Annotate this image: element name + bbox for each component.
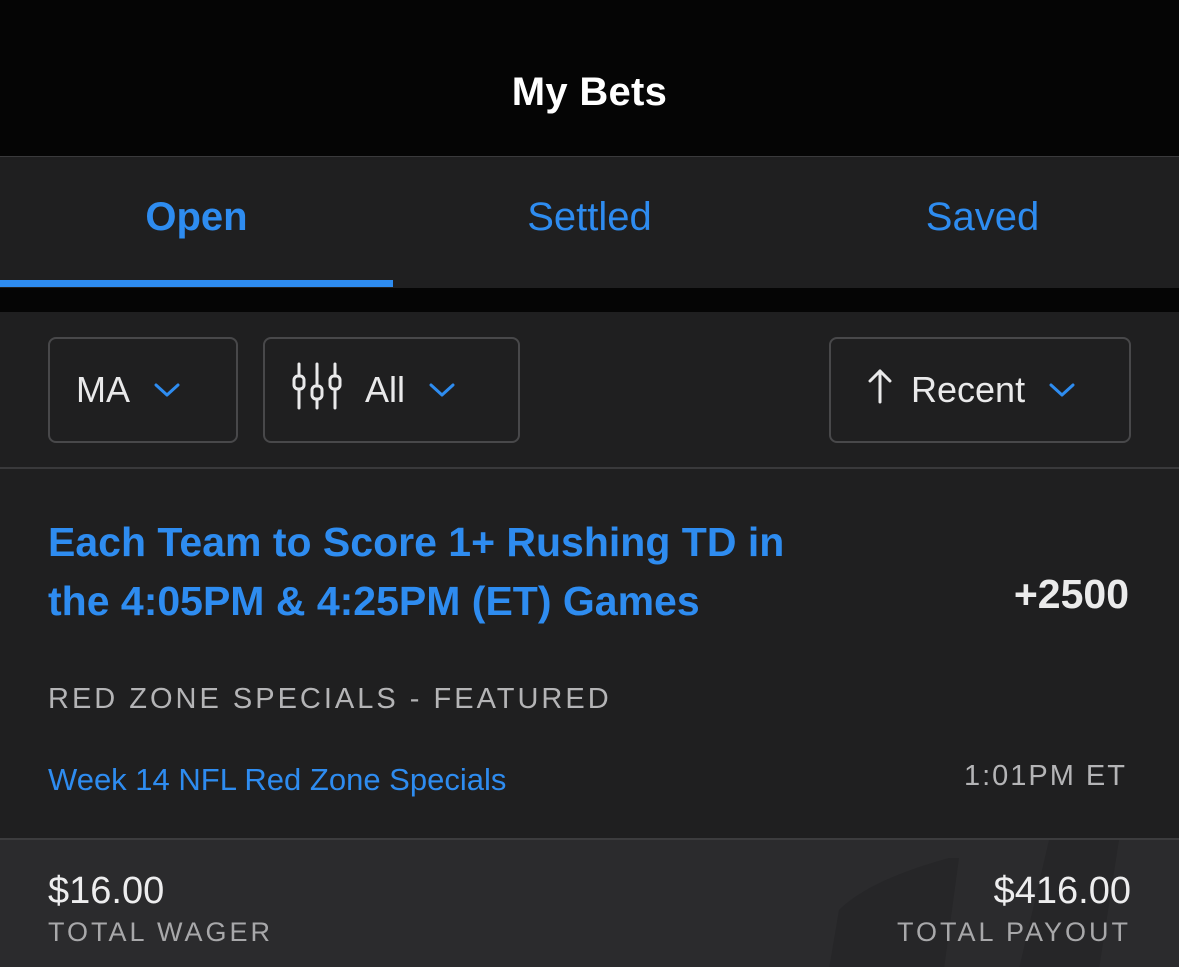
state-filter-label: MA xyxy=(76,369,130,410)
total-payout: $416.00 TOTAL PAYOUT xyxy=(897,870,1131,948)
total-payout-amount: $416.00 xyxy=(993,870,1131,912)
arrow-up-icon xyxy=(867,368,893,413)
chevron-down-icon xyxy=(429,382,455,398)
filter-bar: MA All Recent xyxy=(0,312,1179,469)
bet-card[interactable]: Each Team to Score 1+ Rushing TD in the … xyxy=(0,469,1179,838)
bet-time: 1:01PM ET xyxy=(963,760,1127,792)
bet-type-filter-dropdown[interactable]: All xyxy=(263,337,520,443)
total-payout-label: TOTAL PAYOUT xyxy=(896,917,1131,947)
tab-saved[interactable]: Saved xyxy=(786,157,1179,288)
sliders-icon xyxy=(291,360,343,421)
divider-band xyxy=(0,288,1179,312)
total-wager: $16.00 TOTAL WAGER xyxy=(48,870,273,948)
total-wager-amount: $16.00 xyxy=(48,870,165,912)
app-header: My Bets xyxy=(0,0,1179,156)
tab-settled[interactable]: Settled xyxy=(393,157,786,288)
bet-summary: $16.00 TOTAL WAGER $416.00 TOTAL PAYOUT xyxy=(0,838,1179,967)
total-wager-label: TOTAL WAGER xyxy=(48,917,274,947)
chevron-down-icon xyxy=(1049,382,1075,398)
tab-open[interactable]: Open xyxy=(0,157,393,288)
chevron-down-icon xyxy=(154,382,180,398)
bet-selection-title[interactable]: Each Team to Score 1+ Rushing TD in the … xyxy=(48,513,788,631)
my-bets-screen: My Bets Open Settled Saved MA All Recent… xyxy=(0,0,1179,967)
sort-label: Recent xyxy=(911,369,1026,410)
bet-event-link[interactable]: Week 14 NFL Red Zone Specials xyxy=(48,762,506,798)
active-tab-indicator xyxy=(0,280,393,287)
state-filter-dropdown[interactable]: MA xyxy=(48,337,238,443)
bet-market-category: RED ZONE SPECIALS - FEATURED xyxy=(48,683,612,715)
sort-dropdown[interactable]: Recent xyxy=(829,337,1131,443)
bet-type-filter-label: All xyxy=(365,369,406,410)
bet-odds: +2500 xyxy=(1013,571,1129,617)
page-title: My Bets xyxy=(511,69,668,114)
bet-tabs: Open Settled Saved xyxy=(0,156,1179,288)
